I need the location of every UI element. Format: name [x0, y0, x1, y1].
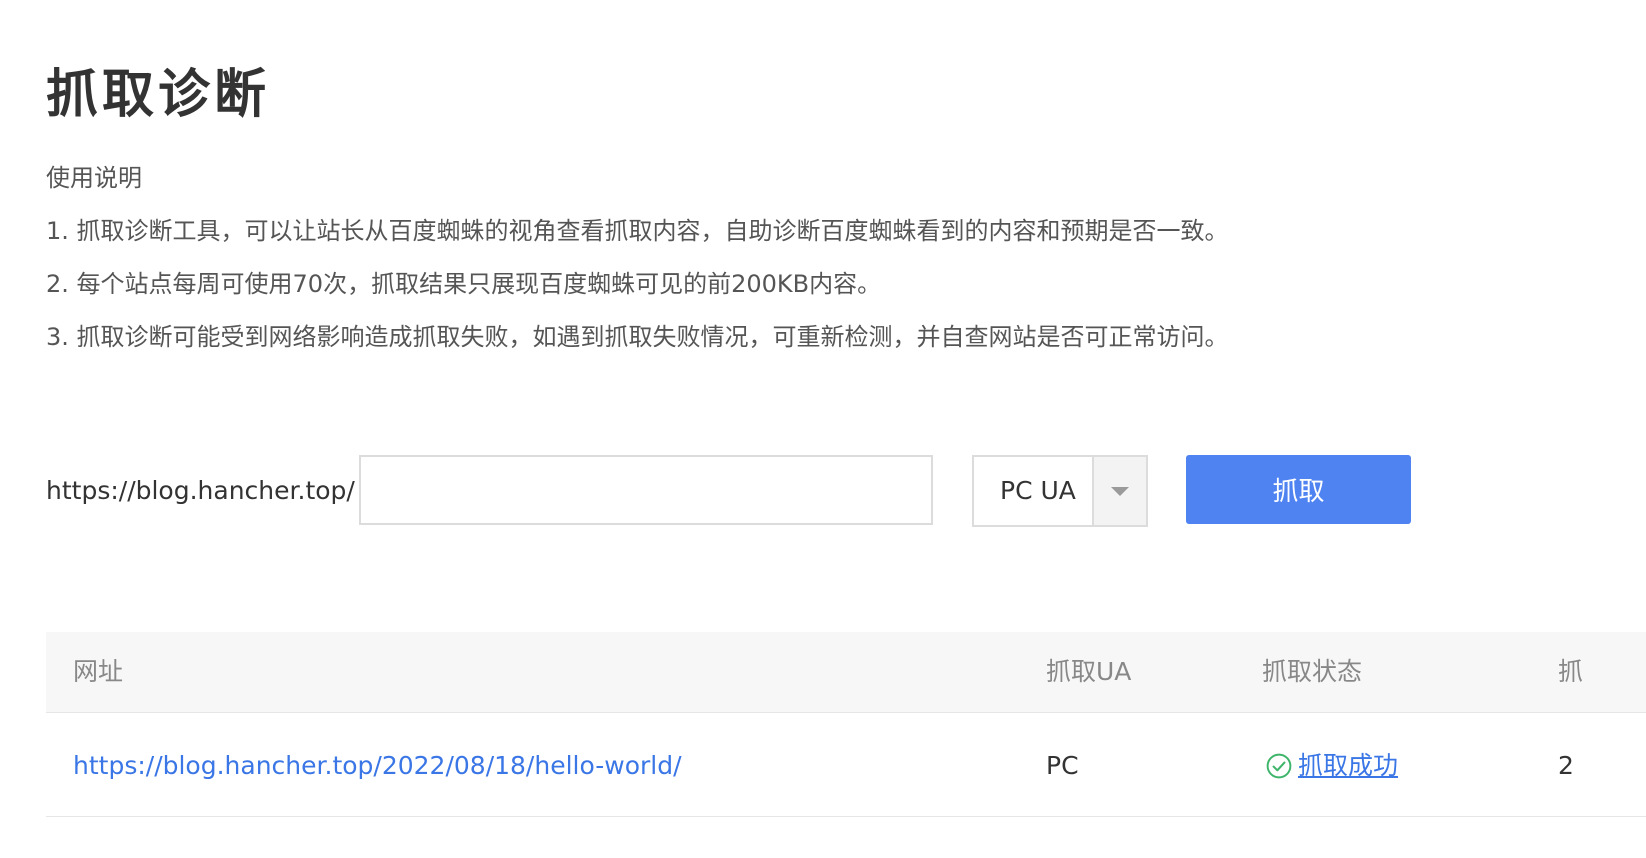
column-header-url: 网址 [73, 657, 124, 686]
table-header: 网址 抓取UA 抓取状态 抓 [46, 632, 1646, 713]
ua-select[interactable]: PC UA [972, 455, 1148, 527]
instruction-item: 2. 每个站点每周可使用70次，抓取结果只展现百度蜘蛛可见的前200KB内容。 [46, 270, 882, 298]
instruction-item: 3. 抓取诊断可能受到网络影响造成抓取失败，如遇到抓取失败情况，可重新检测，并自… [46, 323, 1229, 351]
column-header-ua: 抓取UA [1046, 657, 1132, 686]
row-url-cell: https://blog.hancher.top/2022/08/18/hell… [73, 713, 682, 818]
page-title: 抓取诊断 [46, 65, 271, 125]
row-url-link[interactable]: https://blog.hancher.top/2022/08/18/hell… [73, 751, 682, 780]
column-header-status: 抓取状态 [1262, 657, 1363, 686]
url-prefix-label: https://blog.hancher.top/ [46, 476, 355, 505]
results-table: 网址 抓取UA 抓取状态 抓 https://blog.hancher.top/… [46, 632, 1646, 817]
ua-select-value: PC UA [1000, 476, 1076, 505]
url-path-input[interactable] [359, 455, 933, 525]
check-circle-icon [1266, 753, 1292, 778]
row-time-cell: 2 [1558, 751, 1574, 780]
row-status-cell: 抓取成功 [1262, 713, 1398, 823]
instructions-heading: 使用说明 [46, 164, 142, 192]
column-header-time: 抓 [1558, 657, 1584, 686]
instruction-item: 1. 抓取诊断工具，可以让站长从百度蜘蛛的视角查看抓取内容，自助诊断百度蜘蛛看到… [46, 217, 1229, 245]
status-success-link[interactable]: 抓取成功 [1262, 713, 1398, 818]
table-row: https://blog.hancher.top/2022/08/18/hell… [46, 713, 1646, 817]
dropdown-toggle[interactable] [1092, 457, 1146, 525]
usage-instructions: 使用说明 1. 抓取诊断工具，可以让站长从百度蜘蛛的视角查看抓取内容，自助诊断百… [46, 158, 1229, 370]
row-ua-cell: PC [1046, 751, 1079, 780]
status-success-label: 抓取成功 [1298, 751, 1399, 780]
chevron-down-icon [1111, 487, 1129, 496]
fetch-button[interactable]: 抓取 [1186, 455, 1411, 524]
